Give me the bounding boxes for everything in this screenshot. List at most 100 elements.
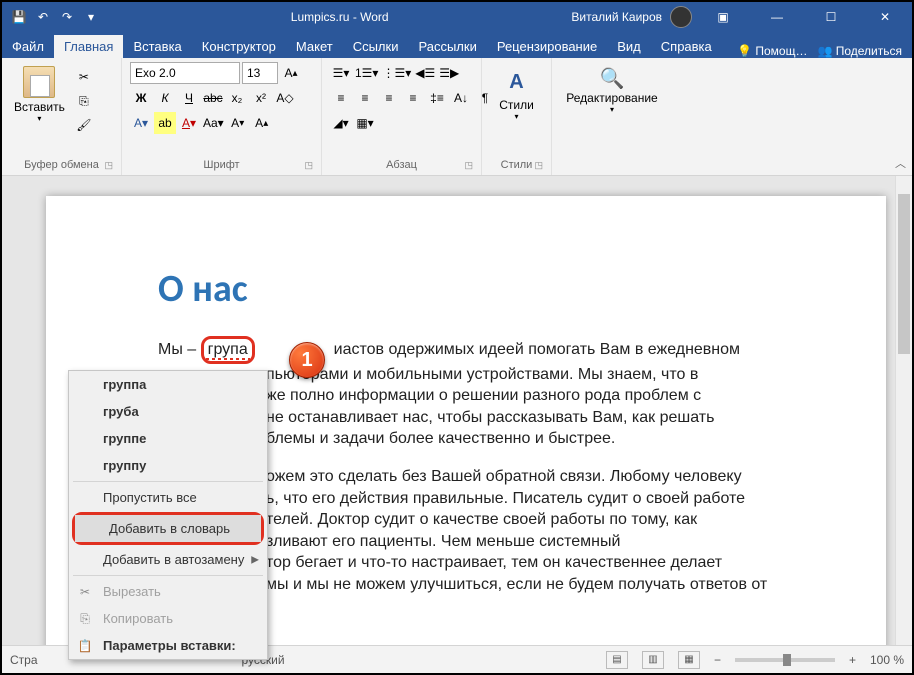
launcher-icon[interactable]: ◳: [304, 160, 313, 171]
suggestion-item[interactable]: группу: [69, 452, 267, 479]
tab-design[interactable]: Конструктор: [192, 35, 286, 58]
misspelled-word[interactable]: група: [201, 336, 255, 364]
text: пьютерами и мобильными устройствами. Мы …: [266, 366, 698, 383]
increase-indent-icon[interactable]: ☰▶: [438, 62, 460, 84]
tab-home[interactable]: Главная: [54, 35, 123, 58]
text: тор бегает и что-то настраивает, тем он …: [266, 554, 722, 571]
group-label-clipboard: Буфер обмена◳: [10, 157, 113, 173]
align-left-icon[interactable]: ≡: [330, 87, 352, 109]
tab-insert[interactable]: Вставка: [123, 35, 191, 58]
share-button[interactable]: 👥 Поделиться: [817, 44, 902, 58]
bullets-icon[interactable]: ☰▾: [330, 62, 352, 84]
tab-view[interactable]: Вид: [607, 35, 651, 58]
decrease-indent-icon[interactable]: ◀☰: [414, 62, 436, 84]
web-layout-icon[interactable]: ▦: [678, 651, 700, 669]
vertical-scrollbar[interactable]: [895, 176, 912, 645]
grow-font2-icon[interactable]: A▴: [251, 112, 273, 134]
separator: [73, 575, 263, 576]
collapse-ribbon-icon[interactable]: ︿: [895, 155, 906, 171]
highlight-icon[interactable]: ab: [154, 112, 176, 134]
tell-me[interactable]: 💡 Помощ…: [737, 44, 807, 58]
paste-label: Вставить: [14, 100, 65, 114]
text: иастов одержимых идеей помогать Вам в еж…: [334, 341, 740, 358]
line-spacing-icon[interactable]: ‡≡: [426, 87, 448, 109]
sort-icon[interactable]: A↓: [450, 87, 472, 109]
user-name[interactable]: Виталий Каиров: [571, 10, 662, 24]
ribbon-display-icon[interactable]: ▣: [700, 2, 746, 32]
zoom-out-button[interactable]: −: [714, 653, 721, 667]
user-area: Виталий Каиров ▣ — ☐ ✕: [571, 2, 912, 32]
shading-icon[interactable]: ◢▾: [330, 112, 352, 134]
redo-icon[interactable]: ↷: [58, 8, 76, 26]
avatar[interactable]: [670, 6, 692, 28]
suggestion-item[interactable]: груба: [69, 398, 267, 425]
title-bar: 💾 ↶ ↷ ▾ Lumpics.ru - Word Виталий Каиров…: [2, 2, 912, 32]
numbering-icon[interactable]: 1☰▾: [354, 62, 379, 84]
group-label-paragraph: Абзац◳: [330, 157, 473, 173]
print-layout-icon[interactable]: ▥: [642, 651, 664, 669]
undo-icon[interactable]: ↶: [34, 8, 52, 26]
zoom-in-button[interactable]: +: [849, 653, 856, 667]
align-center-icon[interactable]: ≡: [354, 87, 376, 109]
tab-mailings[interactable]: Рассылки: [408, 35, 486, 58]
ribbon: Вставить ▾ ✂ ⎘ 🖌 Буфер обмена◳ A▴ Ж К Ч …: [2, 58, 912, 176]
launcher-icon[interactable]: ◳: [104, 160, 113, 171]
page-indicator[interactable]: Стра: [10, 653, 38, 667]
add-to-dictionary-item[interactable]: Добавить в словарь: [75, 515, 261, 542]
suggestion-item[interactable]: группе: [69, 425, 267, 452]
font-size-select[interactable]: [242, 62, 278, 84]
borders-icon[interactable]: ▦▾: [354, 112, 376, 134]
cut-icon[interactable]: ✂: [73, 66, 95, 88]
multilevel-icon[interactable]: ⋮☰▾: [381, 62, 412, 84]
grow-font-icon[interactable]: A▴: [280, 62, 302, 84]
format-painter-icon[interactable]: 🖌: [73, 114, 95, 136]
scrollbar-thumb[interactable]: [898, 194, 910, 354]
font-color-icon[interactable]: A▾: [178, 112, 200, 134]
maximize-button[interactable]: ☐: [808, 2, 854, 32]
tab-layout[interactable]: Макет: [286, 35, 343, 58]
subscript-button[interactable]: x₂: [226, 87, 248, 109]
tab-help[interactable]: Справка: [651, 35, 722, 58]
copy-icon[interactable]: ⎘: [73, 90, 95, 112]
zoom-thumb[interactable]: [783, 654, 791, 666]
paste-button[interactable]: Вставить ▾: [10, 62, 69, 136]
group-label-font: Шрифт◳: [130, 157, 313, 173]
clear-format-icon[interactable]: A◇: [274, 87, 296, 109]
launcher-icon[interactable]: ◳: [464, 160, 473, 171]
zoom-level[interactable]: 100 %: [870, 653, 904, 667]
text: же полно информации о решении разного ро…: [266, 387, 701, 404]
copy-icon: ⎘: [77, 611, 93, 626]
styles-button[interactable]: A Стили ▾: [490, 62, 543, 125]
strikethrough-button[interactable]: abc: [202, 87, 224, 109]
tab-file[interactable]: Файл: [2, 35, 54, 58]
close-button[interactable]: ✕: [862, 2, 908, 32]
paste-options-item[interactable]: 📋Параметры вставки:: [69, 632, 267, 659]
underline-button[interactable]: Ч: [178, 87, 200, 109]
save-icon[interactable]: 💾: [10, 8, 28, 26]
paste-icon: 📋: [77, 639, 93, 653]
justify-icon[interactable]: ≡: [402, 87, 424, 109]
change-case-icon[interactable]: Aa▾: [202, 112, 225, 134]
text-effects-icon[interactable]: A▾: [130, 112, 152, 134]
shrink-font-icon[interactable]: A▾: [227, 112, 249, 134]
align-right-icon[interactable]: ≡: [378, 87, 400, 109]
styles-icon: A: [501, 66, 533, 98]
group-styles: A Стили ▾ Стили◳: [482, 58, 552, 175]
bold-button[interactable]: Ж: [130, 87, 152, 109]
ignore-all-item[interactable]: Пропустить все: [69, 484, 267, 511]
qat-dropdown-icon[interactable]: ▾: [82, 8, 100, 26]
doc-heading: О нас: [158, 266, 856, 312]
tab-review[interactable]: Рецензирование: [487, 35, 607, 58]
superscript-button[interactable]: x²: [250, 87, 272, 109]
tab-references[interactable]: Ссылки: [343, 35, 409, 58]
group-label-editing: [560, 169, 664, 173]
suggestion-item[interactable]: группа: [69, 371, 267, 398]
zoom-slider[interactable]: [735, 658, 835, 662]
editing-button[interactable]: 🔍 Редактирование ▾: [560, 62, 664, 118]
launcher-icon[interactable]: ◳: [534, 160, 543, 171]
minimize-button[interactable]: —: [754, 2, 800, 32]
add-to-autocorrect-item[interactable]: Добавить в автозамену▶: [69, 546, 267, 573]
read-mode-icon[interactable]: ▤: [606, 651, 628, 669]
italic-button[interactable]: К: [154, 87, 176, 109]
font-name-select[interactable]: [130, 62, 240, 84]
